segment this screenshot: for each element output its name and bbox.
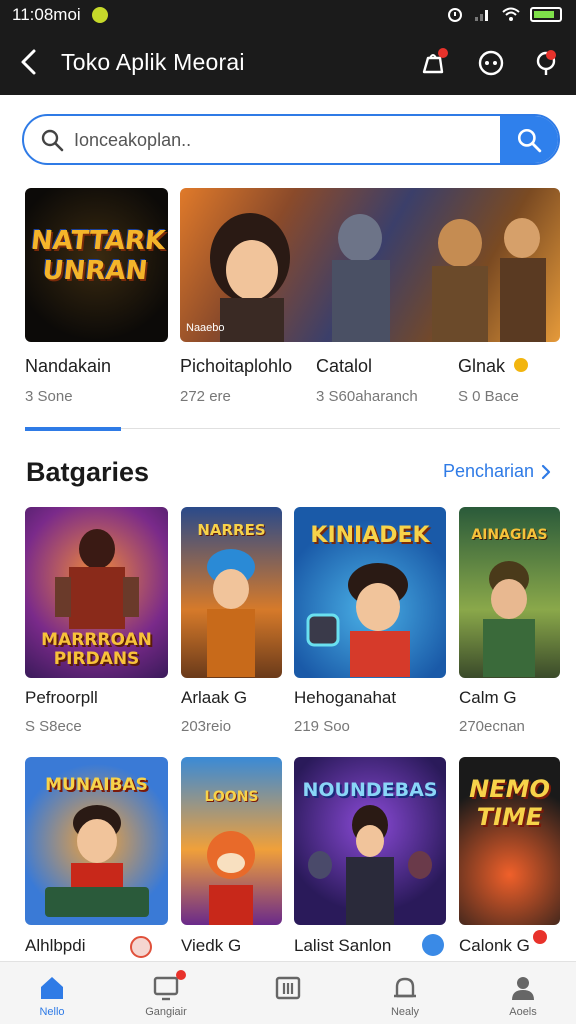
app-card-image[interactable]: LOONS — [181, 757, 282, 925]
app-card-image[interactable]: NEMO TIME — [459, 757, 560, 925]
nav-item-home[interactable]: Nello — [4, 962, 100, 1024]
nav-item-label: Gangiair — [145, 1006, 187, 1018]
apps-icon — [275, 976, 301, 1000]
app-card-name[interactable]: Calm G — [459, 688, 517, 708]
app-card-image[interactable]: MARRROAN PIRDANS — [25, 507, 168, 678]
nav-item-profile[interactable]: Aoels — [475, 962, 571, 1024]
notification-icon — [92, 7, 108, 23]
featured-app-sub: S 0 Bace — [458, 388, 519, 405]
ranger-artwork — [483, 561, 535, 677]
search-icon — [517, 128, 542, 153]
heroes-artwork — [210, 213, 546, 342]
verified-badge-icon — [514, 358, 528, 372]
bell-icon — [394, 977, 416, 998]
app-card-sub: 219 Soo — [294, 718, 350, 735]
nav-item-label: Nealy — [390, 1006, 420, 1018]
bottom-navigation: Nello Gangiair Nealy Aoels — [0, 961, 576, 1024]
app-card-sub: 203reio — [181, 718, 232, 735]
signal-icon — [475, 10, 488, 21]
featured-banner-caption: Naaebo — [186, 322, 225, 334]
top-bar: 11:08moi Toko Aplik Meorai — [0, 0, 576, 95]
app-card-image[interactable]: AINAGIAS — [459, 507, 560, 678]
back-arrow-icon[interactable] — [14, 46, 46, 78]
app-card-image[interactable]: NARRES — [181, 507, 282, 678]
alert-button[interactable] — [532, 48, 562, 78]
featured-app-name[interactable]: Glnak — [458, 356, 505, 377]
hero-artwork — [207, 549, 255, 677]
app-card-logo-text: LOONS — [204, 789, 259, 805]
gamepad-icon — [478, 50, 504, 76]
app-card-logo-text: NARRES — [197, 521, 266, 539]
app-card-name[interactable]: Viedk G — [181, 936, 241, 956]
featured-app-sub: 272 ere — [180, 388, 231, 405]
nav-item-label: Nello — [39, 1006, 65, 1018]
alarm-icon — [448, 8, 462, 22]
featured-app-name[interactable]: Nandakain — [25, 356, 111, 377]
search-input[interactable] — [74, 122, 494, 158]
app-card-name[interactable]: Arlaak G — [181, 688, 247, 708]
app-card-name[interactable]: Calonk G — [459, 936, 530, 956]
app-card-name[interactable]: Hehoganahat — [294, 688, 396, 708]
app-card-logo-text: MUNAIBAS — [45, 775, 148, 795]
featured-app-image[interactable]: NATTARK UNRAN — [25, 188, 168, 342]
nav-item-apps[interactable] — [240, 962, 336, 1024]
app-card-logo-text: NOUNDEBAS — [302, 779, 438, 801]
featured-app-name[interactable]: Catalol — [316, 356, 372, 377]
wifi-icon — [502, 7, 520, 21]
battery-icon — [530, 6, 562, 22]
status-time: 11:08moi — [12, 5, 81, 24]
squad-artwork — [308, 805, 432, 925]
app-card-image[interactable]: KINIADEK — [294, 507, 446, 678]
kid-hero-artwork — [306, 563, 410, 677]
app-card-sub: 270ecnan — [459, 718, 525, 735]
app-card-name[interactable]: Pefroorpll — [25, 688, 98, 708]
app-card-sub: S S8ece — [25, 718, 82, 735]
section-title: Batgaries — [26, 457, 150, 487]
status-icons — [446, 6, 562, 22]
app-bar: Toko Aplik Meorai — [0, 38, 576, 88]
featured-app-sub: 3 S60aharanch — [316, 388, 418, 405]
featured-app-sub: 3 Sone — [25, 388, 73, 405]
featured-app-logo-text: NATTARK UNRAN — [29, 226, 167, 286]
search-submit-button[interactable] — [500, 116, 558, 163]
cartoon-artwork — [207, 831, 255, 925]
app-badge-icon — [130, 936, 152, 958]
app-card-logo-text: MARRROAN PIRDANS — [41, 630, 152, 669]
game-center-button[interactable] — [476, 48, 506, 78]
app-card-name[interactable]: Lalist Sanlon — [294, 936, 391, 956]
app-card-logo-text: AINAGIAS — [471, 527, 548, 543]
gift-button[interactable] — [418, 48, 448, 78]
kid-artwork — [45, 805, 149, 917]
home-icon — [41, 977, 63, 999]
chevron-right-icon[interactable] — [538, 463, 554, 481]
nav-item-screen[interactable]: Gangiair — [118, 962, 214, 1024]
section-more-link[interactable]: Pencharian — [443, 461, 534, 482]
app-card-image[interactable]: NOUNDEBAS — [294, 757, 446, 925]
app-card-name[interactable]: Alhlbpdi — [25, 936, 86, 956]
nav-item-label: Aoels — [509, 1006, 537, 1018]
featured-banner-image[interactable]: Naaebo — [180, 188, 560, 342]
nav-badge — [176, 970, 186, 980]
app-card-image[interactable]: MUNAIBAS — [25, 757, 168, 925]
app-card-logo-text: NEMO TIME — [469, 775, 550, 831]
notification-badge — [438, 48, 448, 58]
featured-app-name[interactable]: Pichoitaplohlo — [180, 356, 292, 377]
app-card-logo-text: KINIADEK — [310, 523, 430, 548]
page-title: Toko Aplik Meorai — [61, 49, 245, 75]
alert-badge — [546, 50, 556, 60]
search-icon — [41, 129, 64, 152]
profile-icon — [512, 977, 534, 1000]
search-bar[interactable] — [22, 114, 560, 165]
app-badge-icon — [533, 930, 547, 944]
carousel-indicator — [25, 427, 121, 431]
nav-item-notifications[interactable]: Nealy — [357, 962, 453, 1024]
app-badge-icon — [422, 934, 444, 956]
status-bar: 11:08moi — [0, 0, 576, 30]
screen-icon — [153, 976, 179, 1001]
